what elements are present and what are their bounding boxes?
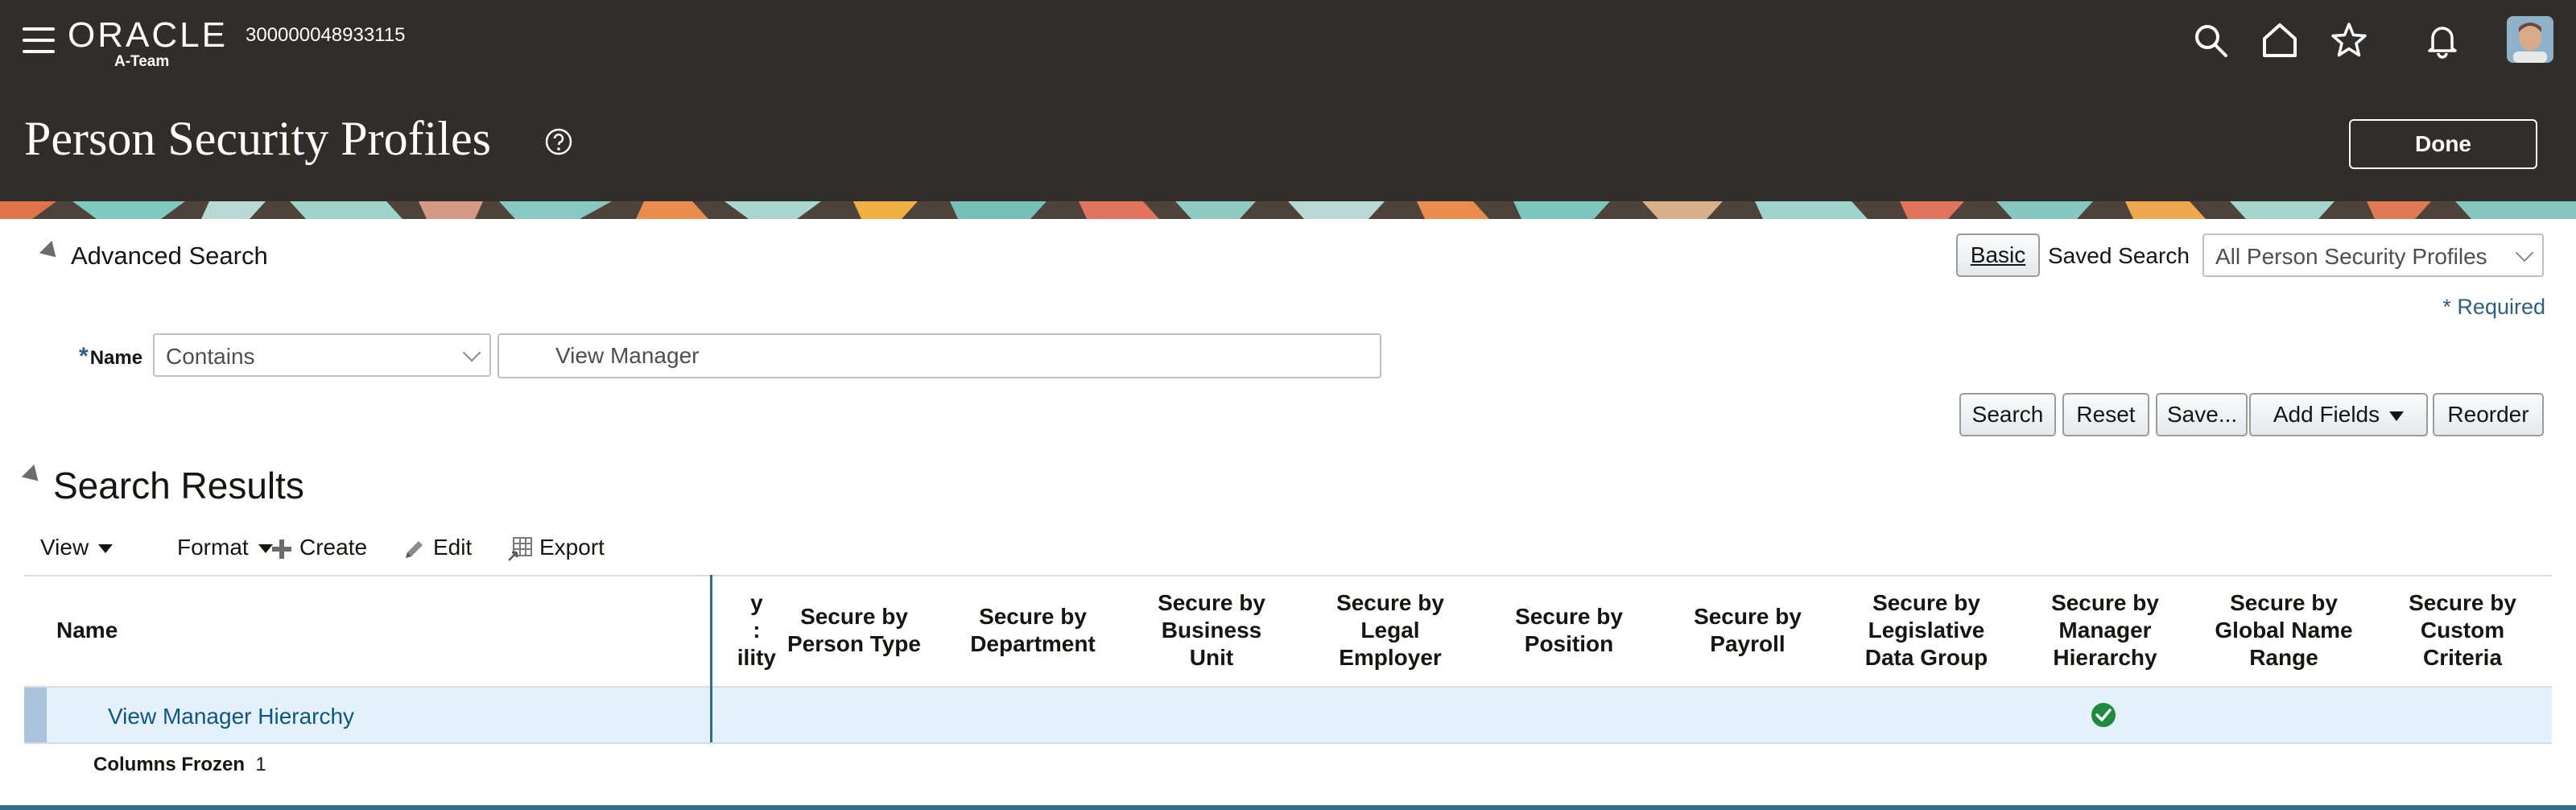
column-header-payroll[interactable]: Secure by Payroll xyxy=(1674,575,1821,686)
pencil-icon xyxy=(406,540,423,558)
reorder-button[interactable]: Reorder xyxy=(2433,393,2544,436)
global-header: ORACLE A-Team 300000048933115 Person Sec… xyxy=(0,0,2576,201)
column-header-person-type[interactable]: Secure by Person Type xyxy=(781,575,927,686)
required-note: * Required xyxy=(2442,295,2545,319)
column-header-partial[interactable]: y : ility xyxy=(710,575,776,686)
saved-search-value: All Person Security Profiles xyxy=(2215,244,2487,269)
view-menu[interactable]: View xyxy=(40,535,114,560)
profile-name-link[interactable]: View Manager Hierarchy xyxy=(108,704,354,729)
saved-search-label: Saved Search xyxy=(2048,243,2190,268)
search-button[interactable]: Search xyxy=(1959,393,2056,436)
columns-frozen-value: 1 xyxy=(255,754,266,775)
collapse-search-icon[interactable] xyxy=(39,240,63,264)
results-table: Name y : ility Secure by Person Type Sec… xyxy=(24,575,2552,744)
logo-subtext: A-Team xyxy=(114,53,170,70)
name-field-label: *Name xyxy=(79,343,142,370)
edit-label: Edit xyxy=(433,535,473,560)
required-star: * xyxy=(79,343,89,370)
create-label: Create xyxy=(299,535,368,560)
row-bottom-border xyxy=(24,742,2552,744)
chevron-down-icon xyxy=(462,343,481,362)
column-header-legislative-data-group[interactable]: Secure by Legislative Data Group xyxy=(1853,575,2000,686)
saved-search-select[interactable]: All Person Security Profiles xyxy=(2202,233,2544,277)
save-search-button[interactable]: Save... xyxy=(2156,393,2248,436)
plus-icon xyxy=(272,539,291,559)
collapse-results-icon[interactable] xyxy=(21,464,45,488)
row-selector[interactable] xyxy=(24,688,47,742)
export-icon xyxy=(508,536,532,561)
column-header-position[interactable]: Secure by Position xyxy=(1496,575,1642,686)
name-search-input[interactable] xyxy=(497,333,1381,378)
column-header-department[interactable]: Secure by Department xyxy=(960,575,1106,686)
edit-button[interactable]: Edit xyxy=(402,535,472,561)
column-header-manager-hierarchy[interactable]: Secure by Manager Hierarchy xyxy=(2032,575,2178,686)
dropdown-arrow-icon xyxy=(2389,411,2405,421)
name-operator-select[interactable]: Contains xyxy=(153,333,491,377)
format-menu[interactable]: Format xyxy=(177,535,273,560)
frozen-column-divider[interactable] xyxy=(710,575,712,742)
favorites-star-icon[interactable] xyxy=(2330,21,2368,60)
format-menu-label: Format xyxy=(177,535,249,560)
user-avatar[interactable] xyxy=(2507,16,2553,63)
oracle-logo[interactable]: ORACLE A-Team xyxy=(68,15,228,71)
export-button[interactable]: Export xyxy=(507,535,605,562)
bottom-border xyxy=(0,805,2576,810)
column-header-name[interactable]: Name xyxy=(56,575,217,686)
export-label: Export xyxy=(539,535,605,560)
logo-text: ORACLE xyxy=(68,15,228,55)
chevron-down-icon xyxy=(2515,243,2534,262)
notifications-bell-icon[interactable] xyxy=(2423,21,2462,60)
done-button[interactable]: Done xyxy=(2349,119,2537,169)
create-button[interactable]: Create xyxy=(270,535,367,560)
basic-search-button[interactable]: Basic xyxy=(1956,233,2040,277)
instance-id: 300000048933115 xyxy=(246,24,406,46)
add-fields-label: Add Fields xyxy=(2273,402,2380,427)
column-header-legal-employer[interactable]: Secure by Legal Employer xyxy=(1317,575,1463,686)
add-fields-button[interactable]: Add Fields xyxy=(2249,393,2428,436)
page-title: Person Security Profiles xyxy=(24,112,491,165)
name-label-text: Name xyxy=(89,347,143,369)
column-header-global-name-range[interactable]: Secure by Global Name Range xyxy=(2211,575,2357,686)
check-circle-icon xyxy=(2091,703,2116,727)
columns-frozen-label: Columns Frozen xyxy=(93,754,246,775)
operator-value: Contains xyxy=(166,344,255,369)
help-icon[interactable] xyxy=(544,127,573,156)
view-menu-label: View xyxy=(40,535,89,560)
reset-button[interactable]: Reset xyxy=(2062,393,2149,436)
dropdown-arrow-icon xyxy=(98,544,114,554)
column-header-custom-criteria[interactable]: Secure by Custom Criteria xyxy=(2389,575,2536,686)
navigator-menu-icon[interactable] xyxy=(23,27,55,53)
search-results-title: Search Results xyxy=(53,465,304,506)
home-icon[interactable] xyxy=(2260,21,2299,60)
advanced-search-title: Advanced Search xyxy=(71,242,268,270)
columns-frozen-status: Columns Frozen 1 xyxy=(93,754,266,776)
search-icon[interactable] xyxy=(2191,21,2230,60)
decorative-banner xyxy=(0,201,2576,219)
table-row[interactable] xyxy=(24,688,2552,742)
column-header-business-unit[interactable]: Secure by Business Unit xyxy=(1138,575,1285,686)
